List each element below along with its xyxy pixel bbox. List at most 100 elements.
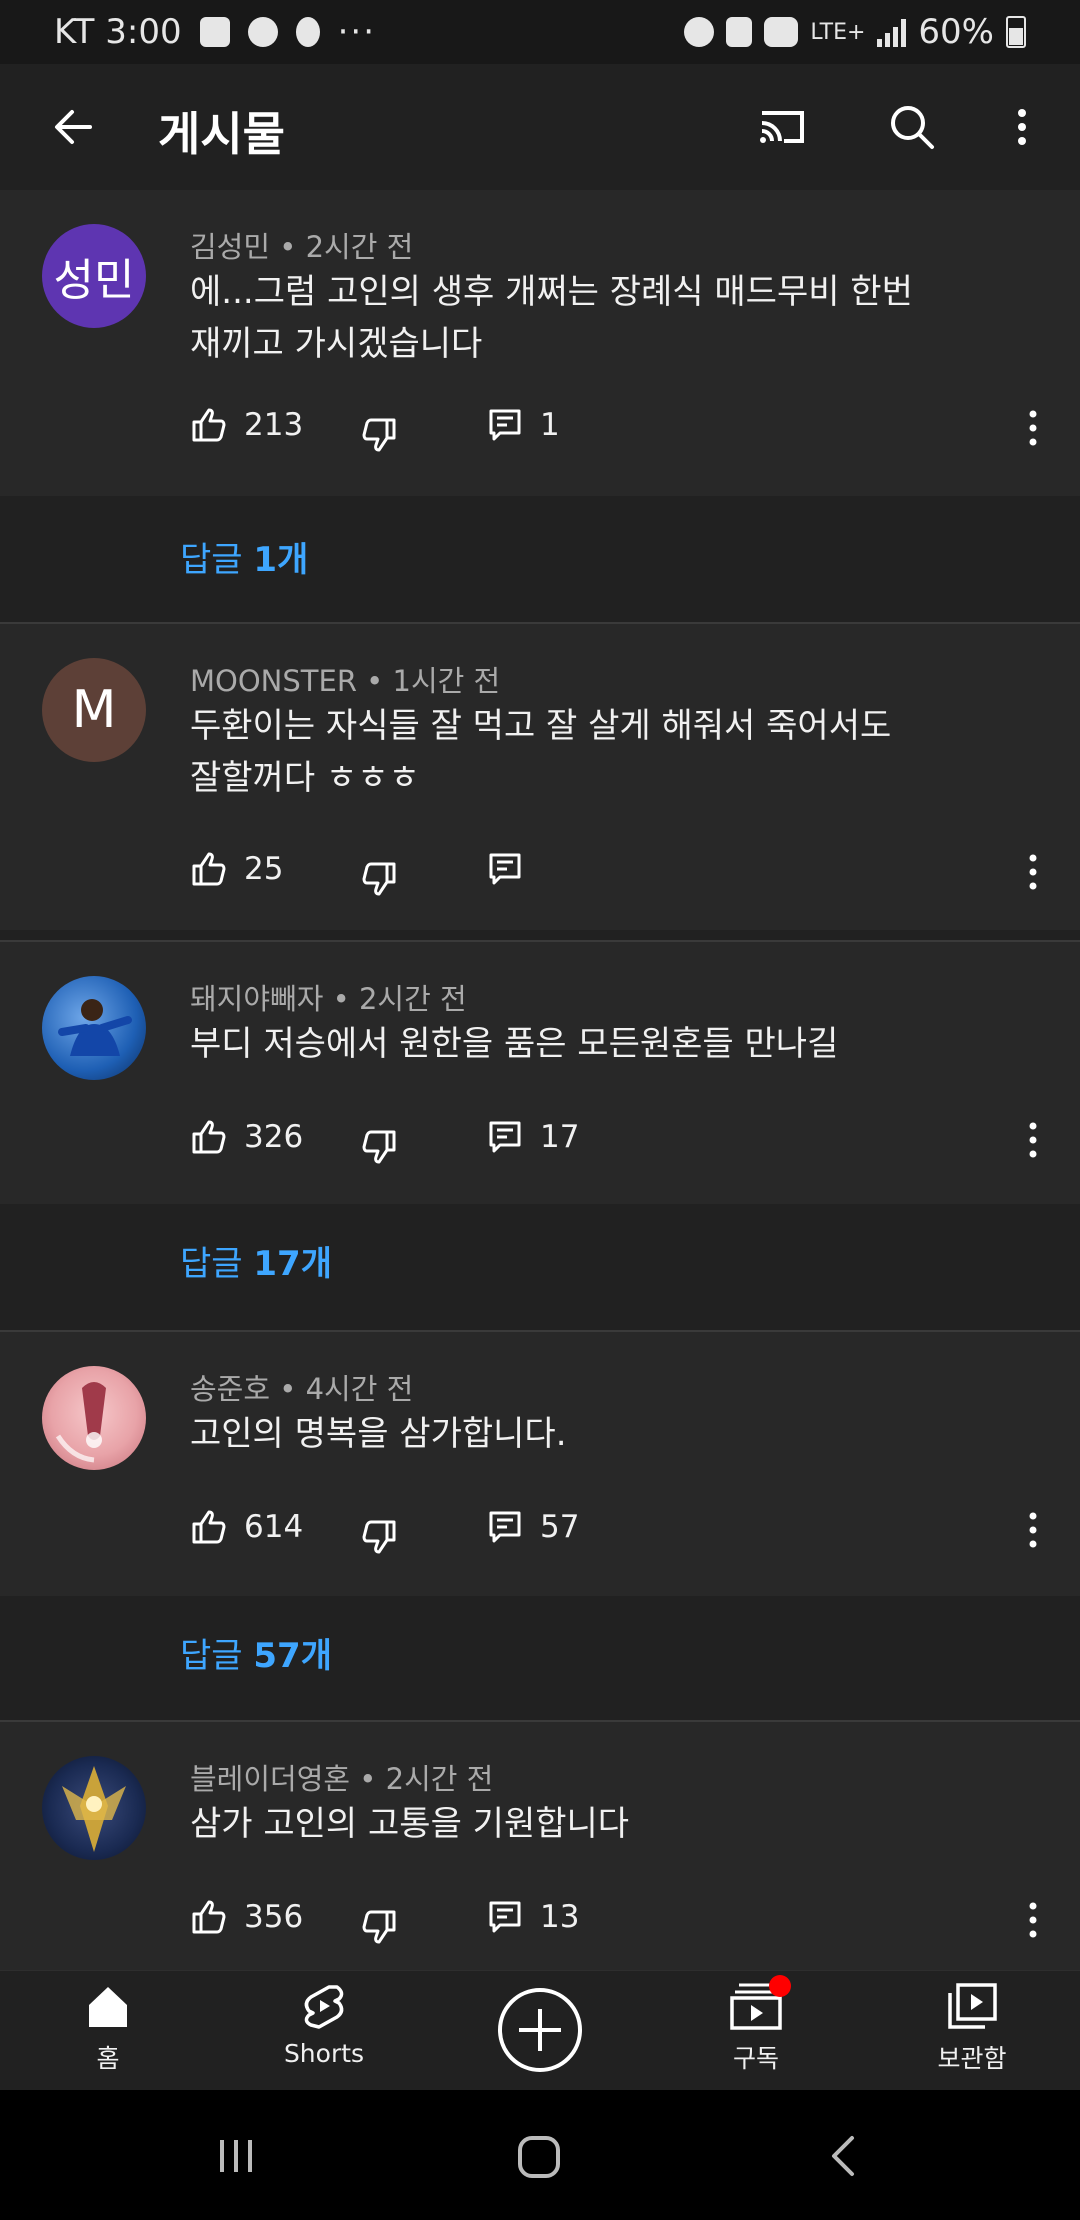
comment-text-line: 두환이는 자식들 잘 먹고 잘 살게 해줘서 죽어서도 [190,706,892,746]
reply-button[interactable] [486,850,540,888]
dislike-button[interactable] [360,1898,398,1946]
reply-count: 1 [540,407,560,443]
comment-author[interactable]: 송준호 [190,1372,270,1406]
comment-item: 성민 김성민 • 2시간 전 에...그럼 고인의 생후 개쩌는 장례식 매드무… [0,190,1080,496]
more-vert-icon[interactable] [1018,1898,1048,1942]
comment-icon [489,1901,521,1933]
comment-text-line: 부디 저승에서 원한을 품은 모든원혼들 만나길 [190,1024,839,1064]
search-icon[interactable] [884,99,940,155]
like-button[interactable]: 614 [190,1508,303,1546]
more-vert-icon[interactable] [1018,406,1048,450]
avatar-image [58,999,132,1056]
more-vert-icon[interactable] [1018,1508,1048,1552]
like-count: 213 [244,407,304,443]
reply-button[interactable]: 17 [486,1118,579,1156]
cast-icon[interactable] [754,99,810,155]
reply-link-count: 57개 [253,1636,332,1676]
library-icon [948,1983,997,2029]
comment-author[interactable]: 블레이더영혼 [190,1762,350,1796]
comment-text: 두환이는 자식들 잘 먹고 잘 살게 해줘서 죽어서도 잘할꺼다 ㅎㅎㅎ [190,700,1010,804]
like-button[interactable]: 326 [190,1118,303,1156]
dislike-button[interactable] [360,406,398,454]
hd-icon [764,17,799,47]
comment-text-line: 재끼고 가시겠습니다 [190,324,483,364]
comment-author[interactable]: MOONSTER [190,664,357,698]
home-button-icon[interactable] [514,2132,564,2182]
nav-shorts[interactable]: Shorts [244,1981,404,2068]
comment-text-line: 에...그럼 고인의 생후 개쩌는 장례식 매드무비 한번 [190,272,913,312]
comment-text-line: 잘할꺼다 ㅎㅎㅎ [190,758,420,798]
comment-author[interactable]: 김성민 [190,230,270,264]
more-vert-icon[interactable] [1018,1118,1048,1162]
alarm-icon [684,17,715,47]
like-button[interactable]: 213 [190,406,303,444]
view-replies-link[interactable]: 답글 57개 [180,1628,332,1677]
system-navigation-bar [0,2090,1080,2220]
dislike-button[interactable] [360,850,398,898]
like-count: 614 [244,1509,304,1545]
thumb-down-icon [362,862,396,896]
comment-icon [489,1511,521,1543]
view-replies-link[interactable]: 답글 1개 [180,532,308,581]
nav-library[interactable]: 보관함 [892,1981,1052,2075]
more-vert-icon[interactable] [1018,850,1048,894]
comment-time: 1시간 전 [392,664,501,698]
comment-time: 2시간 전 [358,982,467,1016]
create-button[interactable] [460,1985,620,2079]
comment-text: 부디 저승에서 원한을 품은 모든원혼들 만나길 [190,1018,1010,1070]
comment-meta: 김성민 • 2시간 전 [190,230,414,264]
reply-link-count: 17개 [253,1244,332,1284]
avatar[interactable] [42,976,146,1080]
nav-shorts-label: Shorts [283,2039,365,2068]
nav-subscriptions[interactable]: 구독 [676,1975,836,2075]
reply-link-count: 1개 [253,540,309,580]
replies-row: 답글 1개 [0,496,1080,632]
like-count: 326 [244,1119,304,1155]
like-button[interactable]: 25 [190,850,283,888]
comment-item: 블레이더영혼 • 2시간 전 삼가 고인의 고통을 기원합니다 356 13 [0,1722,1080,1970]
battery-icon [1006,16,1026,48]
thumb-up-icon [192,1900,226,1934]
dislike-button[interactable] [360,1508,398,1556]
more-notifications-indicator: ··· [337,12,377,52]
like-count: 356 [244,1899,304,1935]
recent-apps-icon[interactable] [214,2134,258,2178]
comment-icon [489,853,521,885]
avatar[interactable] [42,1756,146,1860]
more-vert-icon[interactable] [1000,99,1044,155]
comment-meta: 송준호 • 4시간 전 [190,1372,414,1406]
avatar-image [62,1766,126,1852]
thumb-down-icon [362,1520,396,1554]
dislike-button[interactable] [360,1118,398,1166]
comment-author[interactable]: 돼지야빼자 [190,982,323,1016]
comment-actions: 326 17 [190,1118,1050,1168]
app-bar: 게시물 [0,64,1080,190]
reply-link-prefix: 답글 [180,1636,254,1676]
nav-home-label: 홈 [96,2044,120,2073]
talk-icon [247,17,278,47]
avatar-initials: M [71,680,117,740]
reply-link-prefix: 답글 [180,1244,254,1284]
like-count: 25 [244,851,284,887]
comment-actions: 614 57 [190,1508,1050,1558]
comment-meta: MOONSTER • 1시간 전 [190,664,501,698]
reply-button[interactable]: 57 [486,1508,579,1546]
nav-home[interactable]: 홈 [28,1981,188,2075]
battery-percent: 60% [918,12,994,52]
mute-icon [726,17,753,47]
view-replies-link[interactable]: 답글 17개 [180,1236,332,1285]
avatar[interactable]: M [42,658,146,762]
comment-list: 성민 김성민 • 2시간 전 에...그럼 고인의 생후 개쩌는 장례식 매드무… [0,190,1080,1970]
add-circle-icon [498,1988,582,2072]
back-arrow-icon[interactable] [46,99,102,155]
like-button[interactable]: 356 [190,1898,303,1936]
comment-item: 돼지야빼자 • 2시간 전 부디 저승에서 원한을 품은 모든원혼들 만나길 3… [0,942,1080,1204]
avatar[interactable] [42,1366,146,1470]
avatar[interactable]: 성민 [42,224,146,328]
carrier-time: KT 3:00 [54,12,182,52]
reply-button[interactable]: 1 [486,406,560,444]
back-button-icon[interactable] [822,2134,866,2178]
notification-dot [769,1975,791,1997]
comment-actions: 356 13 [190,1898,1050,1948]
reply-button[interactable]: 13 [486,1898,579,1936]
